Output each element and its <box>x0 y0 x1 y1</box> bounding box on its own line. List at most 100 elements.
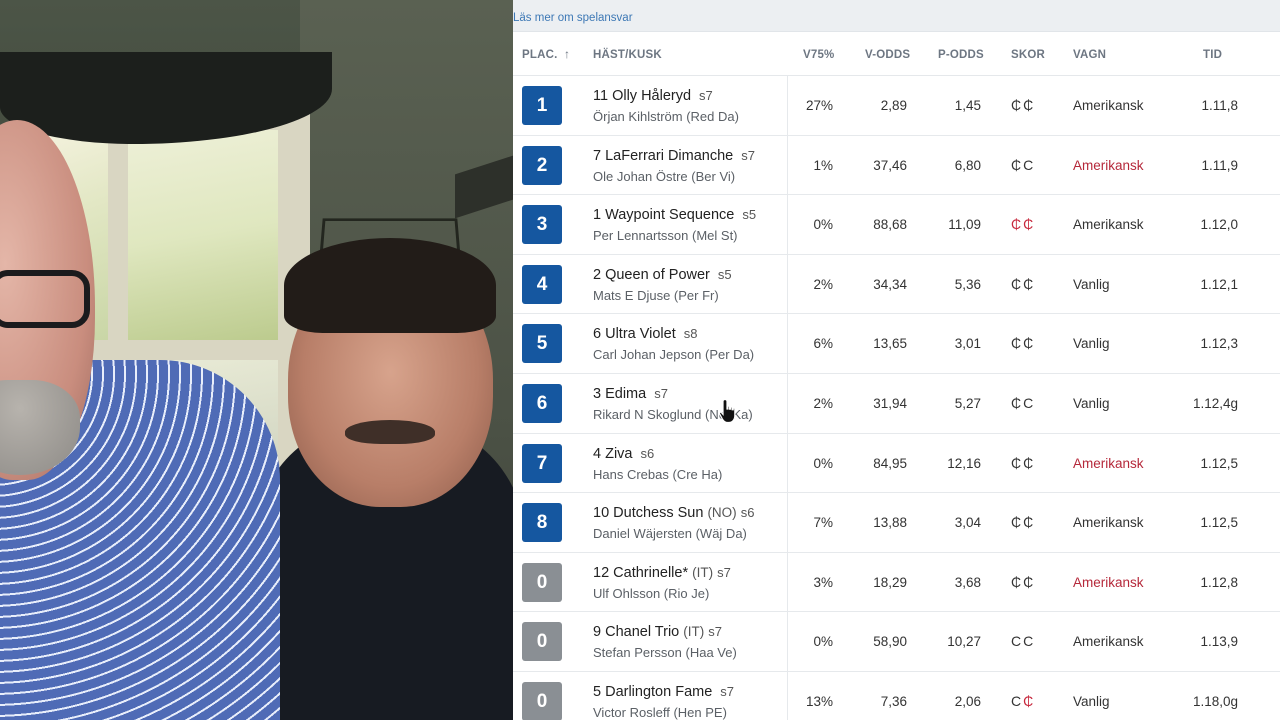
driver-name: Daniel Wäjersten (Wäj Da) <box>593 526 747 542</box>
v75-percent: 7% <box>813 515 833 531</box>
sulky-type: Amerikansk <box>1073 574 1144 590</box>
horse-name[interactable]: 11 Olly Håleryd s7 <box>593 88 713 104</box>
front-shoe-icon: ₵ <box>1011 275 1024 292</box>
front-shoe-icon: ₵ <box>1011 454 1024 471</box>
horse-age: s6 <box>740 505 755 521</box>
shoes-indicator: ₵₵ <box>1011 574 1035 590</box>
horse-name[interactable]: 12 Cathrinelle* (IT) s7 <box>593 565 731 581</box>
place-odds: 3,68 <box>954 574 981 590</box>
horse-name[interactable]: 1 Waypoint Sequence s5 <box>593 207 756 223</box>
table-row[interactable]: 1 11 Olly Håleryd s7 Örjan Kihlström (Red… <box>513 76 1280 136</box>
table-row[interactable]: 8 10 Dutchess Sun (NO) s6 Daniel Wäjersten… <box>513 493 1280 553</box>
km-time: 1.12,8 <box>1200 574 1238 590</box>
km-time: 1.11,9 <box>1201 157 1238 173</box>
horse-country: (NO) <box>707 505 737 521</box>
v75-percent: 2% <box>813 276 833 292</box>
results-table-body: 1 11 Olly Håleryd s7 Örjan Kihlström (Red… <box>513 76 1280 720</box>
sort-ascending-icon[interactable]: ↑ <box>564 47 570 61</box>
horse-name[interactable]: 4 Ziva s6 <box>593 446 654 462</box>
horse-name[interactable]: 9 Chanel Trio (IT) s7 <box>593 624 722 640</box>
shoes-indicator: ₵₵ <box>1011 97 1035 113</box>
back-shoe-icon: ₵ <box>1023 216 1036 233</box>
km-time: 1.18,0g <box>1192 693 1238 709</box>
topbar: Läs mer om spelansvar <box>513 0 1280 32</box>
column-header-skor[interactable]: SKOR <box>1011 49 1045 61</box>
back-shoe-icon: ₵ <box>1023 275 1036 292</box>
horse-name-text: 5 Darlington Fame <box>593 683 713 700</box>
v75-percent: 27% <box>805 98 833 113</box>
front-shoe-icon: C <box>1011 692 1024 709</box>
win-odds: 18,29 <box>873 574 907 590</box>
front-shoe-icon: ₵ <box>1011 514 1024 531</box>
win-odds: 58,90 <box>873 634 907 650</box>
horse-name-text: 11 Olly Håleryd <box>593 88 692 104</box>
responsible-gaming-link[interactable]: Läs mer om spelansvar <box>513 12 633 24</box>
placement-badge: 7 <box>522 443 562 483</box>
column-header-vagn[interactable]: VAGN <box>1073 49 1106 61</box>
win-odds: 37,46 <box>873 157 907 173</box>
horse-name-text: 3 Edima <box>593 385 647 402</box>
webcam-video-feed <box>0 0 513 720</box>
table-row[interactable]: 6 3 Edima s7 Rikard N Skoglund (Nel Ka) 2… <box>513 373 1280 434</box>
v75-percent: 3% <box>813 574 833 590</box>
driver-name: Mats E Djuse (Per Fr) <box>593 287 719 303</box>
placement-badge: 3 <box>522 205 562 245</box>
driver-name: Ulf Ohlsson (Rio Je) <box>593 585 710 601</box>
sulky-type: Amerikansk <box>1073 455 1144 471</box>
table-row[interactable]: 4 2 Queen of Power s5 Mats E Djuse (Per F… <box>513 254 1280 315</box>
back-shoe-icon: C <box>1023 156 1036 173</box>
win-odds: 13,88 <box>873 515 907 531</box>
horse-name[interactable]: 6 Ultra Violet s8 <box>593 326 697 342</box>
place-odds: 5,36 <box>954 276 981 292</box>
win-odds: 34,34 <box>873 276 907 292</box>
horse-age: s5 <box>717 266 732 282</box>
column-header-vodds[interactable]: V-ODDS <box>865 49 910 61</box>
place-odds: 1,45 <box>954 98 981 113</box>
placement-badge: 4 <box>522 264 562 304</box>
table-row[interactable]: 0 5 Darlington Fame s7 Victor Rosleff (He… <box>513 671 1280 720</box>
horse-name[interactable]: 10 Dutchess Sun (NO) s6 <box>593 505 754 521</box>
horse-country: (IT) <box>683 624 705 640</box>
horse-name[interactable]: 7 LaFerrari Dimanche s7 <box>593 148 755 164</box>
win-odds: 2,89 <box>880 98 907 113</box>
horse-age: s8 <box>683 326 698 342</box>
sulky-type: Vanlig <box>1073 395 1110 411</box>
back-shoe-icon: ₵ <box>1023 454 1036 471</box>
table-row[interactable]: 7 4 Ziva s6 Hans Crebas (Cre Ha) 0% 84,95… <box>513 433 1280 494</box>
horse-name[interactable]: 2 Queen of Power s5 <box>593 267 732 283</box>
back-shoe-icon: ₵ <box>1023 97 1036 113</box>
table-row[interactable]: 5 6 Ultra Violet s8 Carl Johan Jepson (Pe… <box>513 314 1280 374</box>
sulky-type: Vanlig <box>1073 276 1110 292</box>
sulky-type: Amerikansk <box>1073 98 1144 113</box>
place-odds: 11,09 <box>948 217 981 233</box>
win-odds: 88,68 <box>873 217 907 233</box>
front-shoe-icon: ₵ <box>1011 156 1024 173</box>
win-odds: 31,94 <box>873 395 907 411</box>
horse-name[interactable]: 3 Edima s7 <box>593 386 668 402</box>
placement-badge: 0 <box>522 622 562 662</box>
table-row[interactable]: 0 9 Chanel Trio (IT) s7 Stefan Persson (Ha… <box>513 612 1280 672</box>
column-header-tid[interactable]: TID <box>1203 49 1222 61</box>
placement-badge: 1 <box>522 86 562 125</box>
driver-name: Örjan Kihlström (Red Da) <box>593 109 739 124</box>
win-odds: 13,65 <box>873 336 907 352</box>
horse-age: s7 <box>708 624 722 640</box>
hand-cursor-icon <box>718 398 736 424</box>
table-row[interactable]: 2 7 LaFerrari Dimanche s7 Ole Johan Östre… <box>513 135 1280 196</box>
sulky-type: Amerikansk <box>1073 634 1144 650</box>
front-shoe-icon: C <box>1011 633 1024 650</box>
v75-percent: 6% <box>813 336 833 352</box>
v75-percent: 13% <box>805 693 833 709</box>
table-row[interactable]: 0 12 Cathrinelle* (IT) s7 Ulf Ohlsson (Rio… <box>513 552 1280 613</box>
km-time: 1.12,5 <box>1200 515 1238 531</box>
table-row[interactable]: 3 1 Waypoint Sequence s5 Per Lennartsson … <box>513 195 1280 255</box>
horse-age: s7 <box>717 564 731 580</box>
column-header-podds[interactable]: P-ODDS <box>938 49 984 61</box>
column-header-plac[interactable]: PLAC. <box>522 49 558 61</box>
sulky-type: Amerikansk <box>1073 157 1144 173</box>
front-shoe-icon: ₵ <box>1011 573 1024 590</box>
column-header-v75[interactable]: V75% <box>803 49 835 61</box>
horse-name[interactable]: 5 Darlington Fame s7 <box>593 684 734 700</box>
column-header-horse[interactable]: HÄST/KUSK <box>593 49 662 61</box>
horse-country: (IT) <box>692 564 714 580</box>
